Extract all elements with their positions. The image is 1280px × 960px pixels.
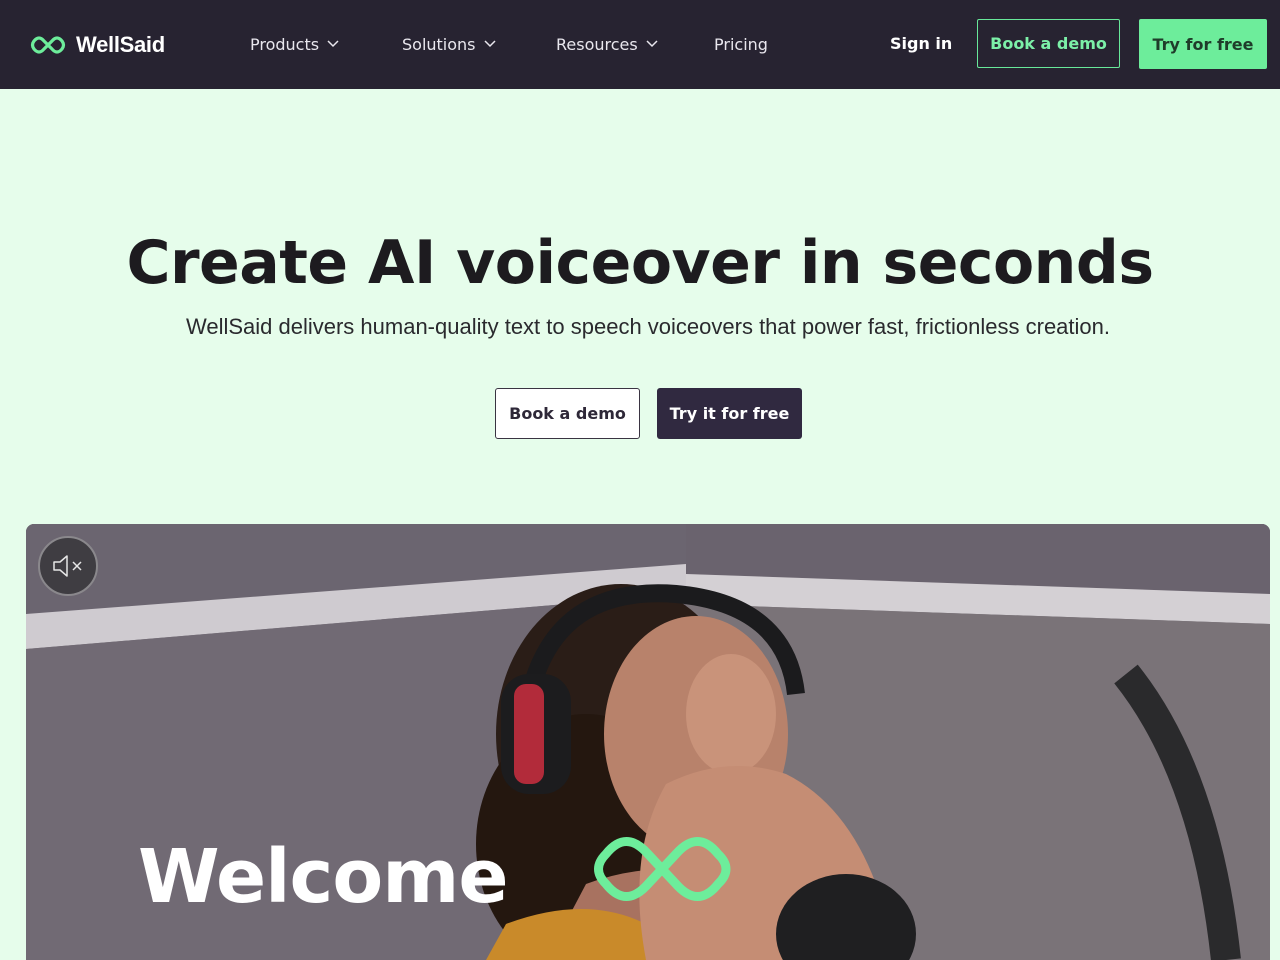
brand-logo[interactable]: WellSaid <box>30 30 165 60</box>
chevron-down-icon <box>646 40 658 48</box>
speaker-muted-icon <box>53 555 82 577</box>
sign-in-link[interactable]: Sign in <box>890 33 952 55</box>
nav-solutions-label: Solutions <box>402 34 476 54</box>
video-welcome-text: Welcome <box>138 834 509 920</box>
nav-pricing-label: Pricing <box>714 34 768 54</box>
hero-book-demo-button[interactable]: Book a demo <box>495 388 640 439</box>
nav-solutions[interactable]: Solutions <box>402 33 496 55</box>
nav-pricing[interactable]: Pricing <box>714 33 768 55</box>
chevron-down-icon <box>327 40 339 48</box>
nav-products-label: Products <box>250 34 320 54</box>
nav-book-demo-button[interactable]: Book a demo <box>977 19 1120 68</box>
nav-products[interactable]: Products <box>250 33 339 55</box>
nav-try-free-button[interactable]: Try for free <box>1139 19 1267 69</box>
mute-toggle-button[interactable] <box>38 536 98 596</box>
brand-name: WellSaid <box>76 32 165 57</box>
nav-resources-label: Resources <box>556 34 638 54</box>
hero-try-free-button[interactable]: Try it for free <box>657 388 802 439</box>
wellsaid-logo-icon <box>30 36 66 54</box>
hero-subtitle: WellSaid delivers human-quality text to … <box>185 314 1111 339</box>
hero-title: Create AI voiceover in seconds <box>126 228 1154 298</box>
top-navbar: WellSaid Products Solutions Resources Pr… <box>0 0 1280 89</box>
nav-resources[interactable]: Resources <box>556 33 658 55</box>
hero-video[interactable]: Welcome <box>26 524 1270 960</box>
chevron-down-icon <box>483 40 496 48</box>
